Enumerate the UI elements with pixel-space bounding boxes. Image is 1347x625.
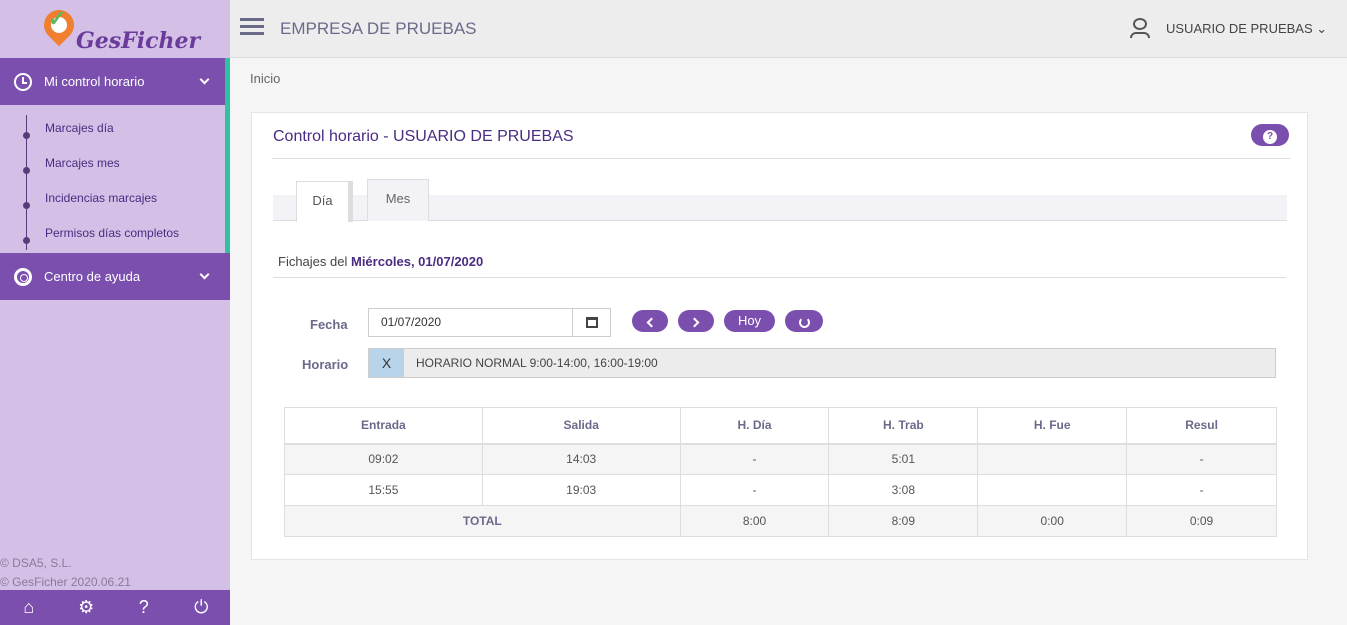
- sidebar-item-marcajes-mes[interactable]: Marcajes mes: [0, 145, 230, 180]
- chevron-down-icon: [199, 269, 210, 280]
- table-cell: -: [679, 474, 830, 506]
- fecha-value: 01/07/2020: [381, 315, 442, 329]
- home-icon[interactable]: ⌂: [14, 597, 44, 618]
- logo-check-icon: ✓: [48, 6, 67, 31]
- nav-section-control-horario[interactable]: Mi control horario: [0, 58, 230, 105]
- fichajes-heading: Fichajes del Miércoles, 01/07/2020: [278, 254, 483, 269]
- sidebar: ✓ GesFicher Mi control horario Marcajes …: [0, 0, 230, 625]
- fichajes-date: Miércoles, 01/07/2020: [350, 254, 484, 269]
- table-row: 09:02 14:03 - 5:01 -: [284, 443, 1277, 475]
- question-icon: ?: [1263, 130, 1277, 144]
- total-h-dia: 8:00: [679, 505, 830, 537]
- gear-icon[interactable]: ⚙: [71, 597, 101, 618]
- tab-dia[interactable]: Día: [296, 181, 353, 222]
- table-cell: 14:03: [481, 443, 681, 475]
- total-label: TOTAL: [284, 505, 681, 537]
- user-menu[interactable]: USUARIO DE PRUEBAS ⌄: [1166, 21, 1327, 37]
- table-cell: 5:01: [828, 443, 979, 475]
- sidebar-bottom-bar: ⌂ ⚙ ? ⏻: [0, 590, 230, 625]
- sidebar-item-incidencias[interactable]: Incidencias marcajes: [0, 180, 230, 215]
- total-resul: 0:09: [1126, 505, 1277, 537]
- fichajes-table: Entrada Salida H. Día H. Trab H. Fue Res…: [284, 407, 1277, 537]
- previous-day-button[interactable]: [632, 310, 668, 332]
- column-header: Resul: [1126, 407, 1277, 445]
- table-row: 15:55 19:03 - 3:08 -: [284, 474, 1277, 506]
- clock-icon: [14, 72, 32, 91]
- question-icon[interactable]: ?: [129, 597, 159, 618]
- power-icon[interactable]: ⏻: [186, 597, 216, 618]
- tab-mes[interactable]: Mes: [367, 179, 429, 221]
- table-cell: -: [1126, 443, 1277, 475]
- sidebar-item-permisos[interactable]: Permisos días completos: [0, 215, 230, 250]
- control-horario-panel: Control horario - USUARIO DE PRUEBAS ? D…: [251, 112, 1308, 560]
- table-cell: [977, 474, 1128, 506]
- chevron-right-icon: [689, 317, 700, 328]
- refresh-button[interactable]: [785, 310, 823, 332]
- calendar-icon: [585, 317, 598, 329]
- page-title: Control horario - USUARIO DE PRUEBAS: [273, 128, 574, 145]
- nav-section-centro-ayuda[interactable]: Centro de ayuda: [0, 253, 230, 300]
- breadcrumb[interactable]: Inicio: [250, 71, 280, 86]
- horario-select[interactable]: X HORARIO NORMAL 9:00-14:00, 16:00-19:00: [368, 348, 1276, 378]
- table-cell: 15:55: [284, 474, 483, 506]
- active-marker: [225, 58, 230, 105]
- today-button[interactable]: Hoy: [724, 310, 775, 332]
- nav-section-label: Centro de ayuda: [44, 269, 141, 284]
- nav-section-label: Mi control horario: [44, 74, 145, 89]
- next-day-button[interactable]: [678, 310, 714, 332]
- horario-label: Horario: [302, 357, 349, 372]
- table-cell: [977, 443, 1128, 475]
- column-header: H. Fue: [977, 407, 1128, 445]
- table-header-row: Entrada Salida H. Día H. Trab H. Fue Res…: [284, 407, 1277, 445]
- chevron-down-icon: [199, 74, 210, 85]
- table-cell: -: [1126, 474, 1277, 506]
- hamburger-menu-icon[interactable]: [240, 18, 264, 38]
- column-header: H. Día: [679, 407, 830, 445]
- logo-text: GesFicher: [76, 28, 201, 54]
- refresh-icon: [798, 316, 810, 328]
- calendar-button[interactable]: [572, 309, 610, 336]
- subnav-control-horario: Marcajes día Marcajes mes Incidencias ma…: [0, 105, 230, 253]
- total-h-fue: 0:00: [977, 505, 1128, 537]
- column-header: Entrada: [284, 407, 483, 445]
- user-icon[interactable]: [1130, 18, 1150, 40]
- total-h-trab: 8:09: [828, 505, 979, 537]
- table-cell: 19:03: [481, 474, 681, 506]
- help-button[interactable]: ?: [1251, 124, 1289, 146]
- table-cell: 3:08: [828, 474, 979, 506]
- sidebar-footer: © DSA5, S.L. © GesFicher 2020.06.21: [0, 554, 131, 592]
- column-header: Salida: [481, 407, 681, 445]
- topbar: EMPRESA DE PRUEBAS USUARIO DE PRUEBAS ⌄: [230, 0, 1347, 58]
- divider: [273, 277, 1286, 278]
- fecha-label: Fecha: [310, 317, 348, 332]
- copyright-company: © DSA5, S.L.: [0, 556, 72, 570]
- horario-value: HORARIO NORMAL 9:00-14:00, 16:00-19:00: [416, 356, 658, 370]
- lifebuoy-icon: [14, 267, 32, 286]
- table-cell: -: [679, 443, 830, 475]
- divider: [272, 158, 1290, 159]
- company-name: EMPRESA DE PRUEBAS: [280, 19, 477, 38]
- sidebar-item-marcajes-dia[interactable]: Marcajes día: [0, 110, 230, 145]
- logo[interactable]: ✓ GesFicher: [0, 0, 230, 58]
- table-cell: 09:02: [284, 443, 483, 475]
- fecha-input[interactable]: 01/07/2020: [368, 308, 611, 337]
- column-header: H. Trab: [828, 407, 979, 445]
- fichajes-prefix: Fichajes del: [278, 254, 351, 269]
- chevron-left-icon: [646, 317, 657, 328]
- clear-horario-button[interactable]: X: [369, 349, 404, 377]
- table-total-row: TOTAL 8:00 8:09 0:00 0:09: [284, 505, 1277, 537]
